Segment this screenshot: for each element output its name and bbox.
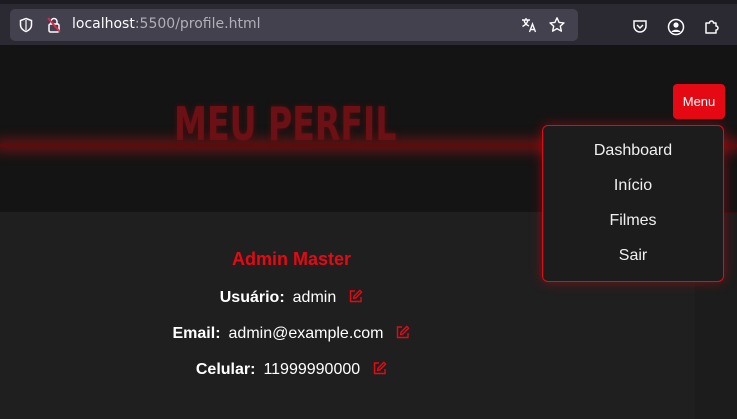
url-bar[interactable]: localhost:5500/profile.html	[10, 9, 578, 41]
profile-name: Admin Master	[231, 249, 352, 269]
account-icon[interactable]	[667, 18, 685, 36]
field-username: Usuário: admin	[0, 289, 583, 309]
translate-icon[interactable]	[520, 16, 538, 34]
edit-icon[interactable]	[348, 289, 363, 309]
field-label: Email:	[172, 325, 221, 342]
field-phone: Celular: 11999990000	[0, 361, 583, 381]
menu-item-inicio[interactable]: Início	[543, 177, 723, 195]
field-value: 11999990000	[263, 361, 361, 378]
field-value: admin	[292, 289, 337, 306]
menu-dropdown: Dashboard Início Filmes Sair	[542, 125, 724, 282]
url-text[interactable]: localhost:5500/profile.html	[72, 16, 260, 32]
pocket-icon[interactable]	[631, 18, 649, 36]
browser-toolbar: localhost:5500/profile.html	[0, 0, 737, 45]
insecure-lock-icon[interactable]	[46, 16, 62, 34]
url-path: :5500/profile.html	[134, 16, 261, 32]
extensions-icon[interactable]	[703, 18, 721, 36]
edit-icon[interactable]	[372, 361, 387, 381]
url-host: localhost	[72, 16, 135, 32]
edit-icon[interactable]	[395, 325, 410, 345]
menu-button[interactable]: Menu	[673, 84, 725, 119]
page-title: MEU PERFIL	[174, 97, 397, 151]
field-value: admin@example.com	[228, 325, 384, 342]
field-label: Usuário:	[219, 289, 285, 306]
menu-item-sair[interactable]: Sair	[543, 247, 723, 265]
bookmark-star-icon[interactable]	[548, 16, 566, 34]
field-email: Email: admin@example.com	[0, 325, 583, 345]
shield-icon[interactable]	[18, 17, 34, 33]
profile-page: MEU PERFIL Admin Master Usuário: admin Em…	[0, 45, 737, 419]
menu-item-dashboard[interactable]: Dashboard	[543, 142, 723, 160]
menu-item-filmes[interactable]: Filmes	[543, 212, 723, 230]
field-label: Celular:	[195, 361, 256, 378]
